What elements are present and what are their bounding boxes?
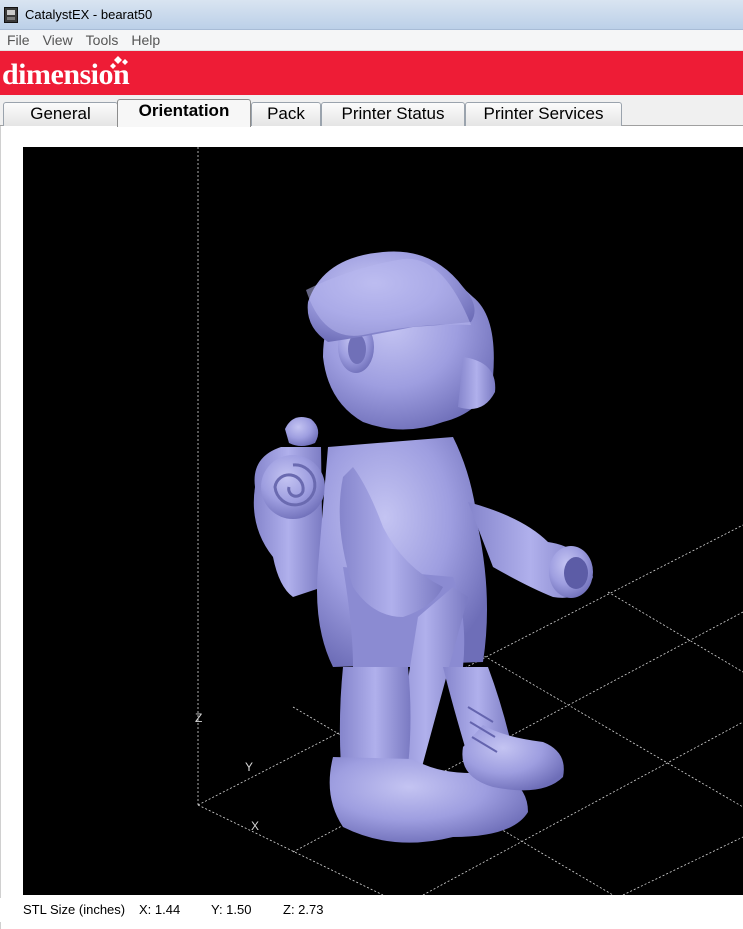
axis-label-x: X: [251, 819, 259, 833]
tab-orientation[interactable]: Orientation: [117, 99, 251, 127]
tab-strip: General Orientation Pack Printer Status …: [0, 95, 743, 127]
viewport-canvas: Z Y X: [195, 147, 743, 895]
axis-label-y: Y: [245, 760, 253, 774]
printer-app-icon: [4, 6, 18, 23]
axis-label-z: Z: [195, 711, 202, 725]
dimension-logo: dimension: [2, 56, 130, 93]
stl-size-x: X: 1.44: [139, 902, 181, 917]
menu-bar: File View Tools Help: [0, 30, 743, 51]
stl-size-label: STL Size (inches): [23, 902, 126, 917]
tab-general[interactable]: General: [3, 102, 118, 126]
brand-banner: dimension: [0, 51, 743, 95]
stl-size-y: Y: 1.50: [211, 902, 252, 917]
tab-pack[interactable]: Pack: [251, 102, 321, 126]
stl-bear-model[interactable]: [253, 251, 593, 843]
menu-file[interactable]: File: [0, 32, 36, 48]
window-titlebar: CatalystEX - bearat50: [0, 0, 743, 30]
window-title: CatalystEX - bearat50: [25, 7, 153, 22]
model-viewport[interactable]: Z Y X: [23, 147, 743, 895]
menu-help[interactable]: Help: [124, 32, 166, 48]
tab-printer-status[interactable]: Printer Status: [321, 102, 465, 126]
stl-size-z: Z: 2.73: [283, 902, 324, 917]
stl-size-status: STL Size (inches) X: 1.44 Y: 1.50 Z: 2.7…: [0, 898, 743, 922]
menu-view[interactable]: View: [36, 32, 79, 48]
logo-diamond-icon: [110, 56, 128, 69]
menu-tools[interactable]: Tools: [79, 32, 125, 48]
tab-printer-services[interactable]: Printer Services: [465, 102, 622, 126]
